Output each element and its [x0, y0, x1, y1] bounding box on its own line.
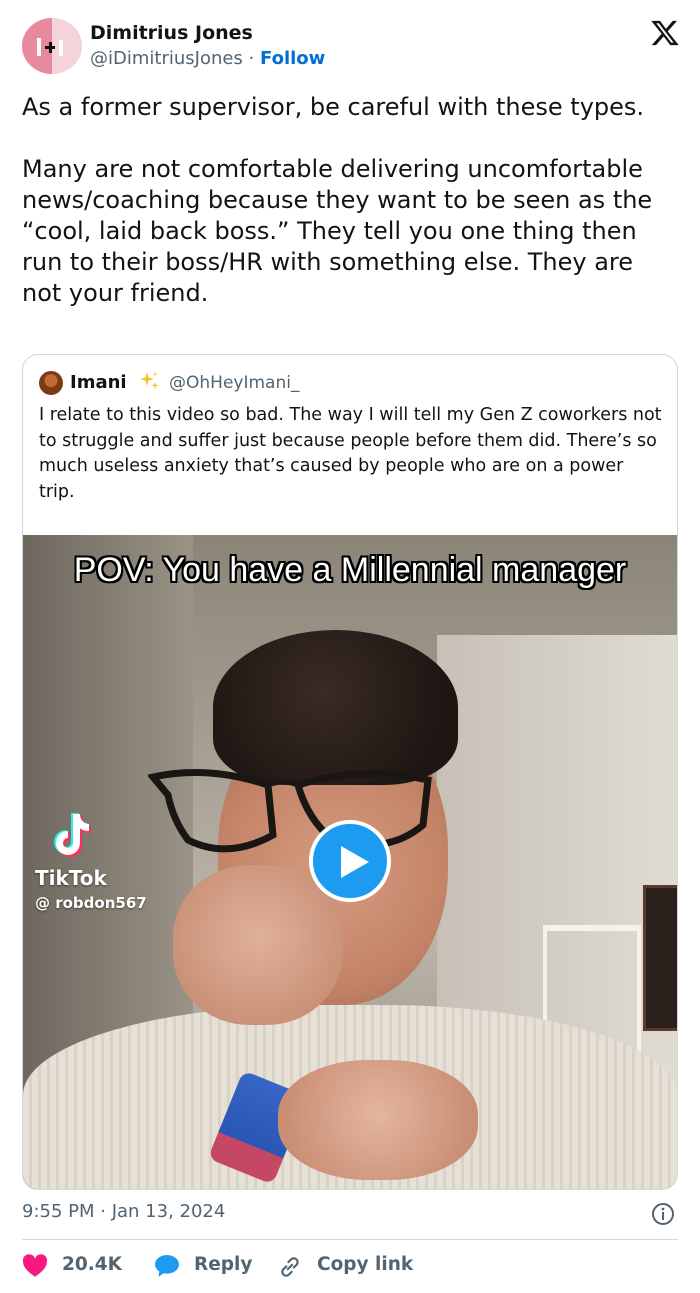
video-overlay-caption: POV: You have a Millennial manager [73, 551, 627, 589]
author-display-name[interactable]: Dimitrius Jones [90, 22, 253, 44]
x-logo-icon[interactable] [650, 18, 680, 48]
video-thumbnail[interactable]: POV: You have a Millennial manager TikTo… [23, 535, 677, 1189]
person-hand-lower [278, 1060, 478, 1180]
info-icon[interactable] [651, 1202, 675, 1226]
reply-bubble-icon [155, 1255, 179, 1277]
link-icon [281, 1257, 299, 1277]
heart-icon [22, 1254, 48, 1277]
copy-link-label: Copy link [317, 1254, 414, 1275]
tiktok-username: @ robdon567 [35, 894, 147, 912]
quoted-author-display-name: Imani [70, 372, 127, 393]
author-avatar[interactable] [22, 18, 82, 74]
reply-label: Reply [194, 1254, 253, 1275]
actions-divider [22, 1239, 678, 1240]
tweet-actions-bar: 20.4K Reply Copy link [22, 1252, 678, 1280]
person-hair [213, 630, 458, 785]
play-icon[interactable] [337, 844, 371, 880]
sparkles-icon [140, 372, 159, 389]
tweet-timestamp[interactable]: 9:55 PM · Jan 13, 2024 [22, 1201, 225, 1222]
tweet-text: As a former supervisor, be careful with … [22, 93, 653, 307]
tweet-header: Dimitrius Jones @iDimitriusJones · Follo… [22, 18, 682, 78]
glasses-shape [148, 769, 432, 853]
quoted-tweet-text: I relate to this video so bad. The way I… [39, 405, 662, 502]
tiktok-icon [54, 813, 91, 857]
person-hand [173, 865, 343, 1025]
author-handle[interactable]: @iDimitriusJones [90, 48, 243, 69]
quoted-author-avatar [39, 371, 63, 395]
follow-button[interactable]: Follow [260, 48, 325, 69]
play-button[interactable] [309, 820, 391, 902]
tiktok-brand-label: TikTok [35, 866, 107, 890]
quoted-tweet-card[interactable]: Imani @OhHeyImani_ I relate to this vide… [22, 354, 678, 1190]
author-handle-line: @iDimitriusJones · Follow [90, 48, 325, 69]
like-count: 20.4K [62, 1254, 122, 1275]
handle-separator: · [248, 48, 255, 69]
quoted-author-handle: @OhHeyImani_ [169, 373, 300, 393]
background-frame [643, 885, 677, 1031]
